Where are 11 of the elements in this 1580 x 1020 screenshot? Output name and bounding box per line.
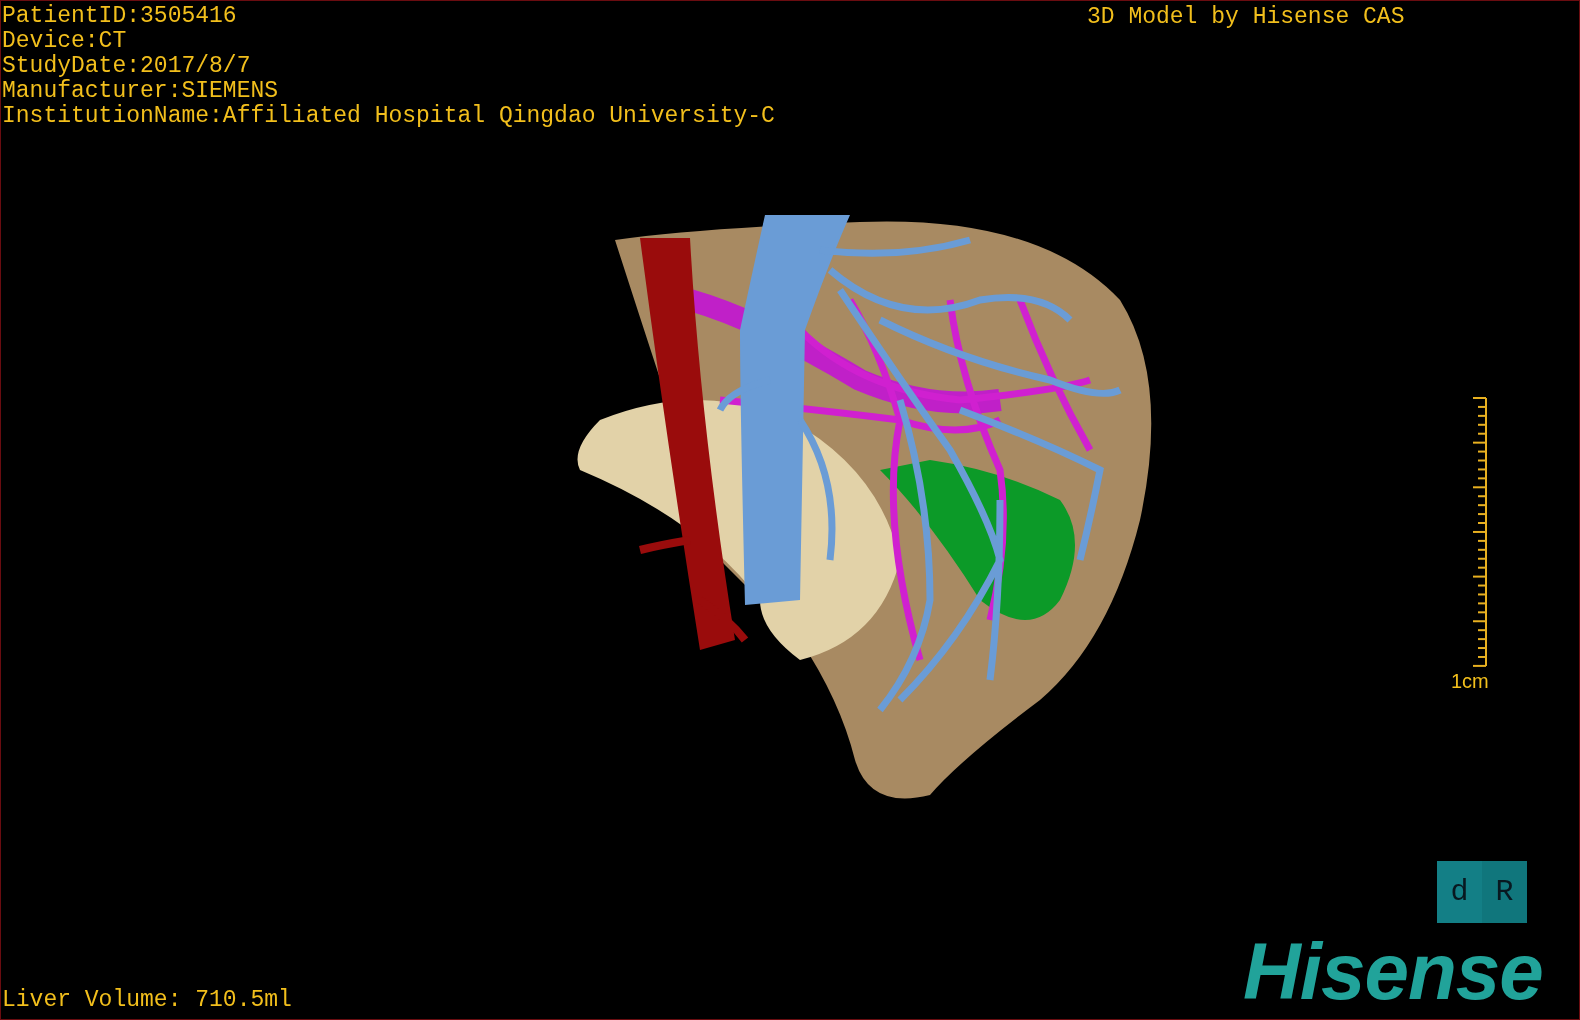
liver-volume: Liver Volume: 710.5ml (2, 988, 292, 1013)
patient-info-line: InstitutionName:Affiliated Hospital Qingdao University-C (2, 104, 775, 129)
patient-info-line: Manufacturer:SIEMENS (2, 79, 279, 104)
model-credit: 3D Model by Hisense CAS (1087, 5, 1405, 30)
orientation-letter: R (1482, 861, 1527, 923)
patient-info-line: PatientID:3505416 (2, 4, 237, 29)
orientation-letter: d (1449, 874, 1470, 911)
scale-label: 1cm (1451, 670, 1489, 692)
brand-logo: Hisense (1243, 929, 1543, 1015)
patient-info-line: StudyDate:2017/8/7 (2, 54, 251, 79)
patient-info-line: Device:CT (2, 29, 127, 54)
